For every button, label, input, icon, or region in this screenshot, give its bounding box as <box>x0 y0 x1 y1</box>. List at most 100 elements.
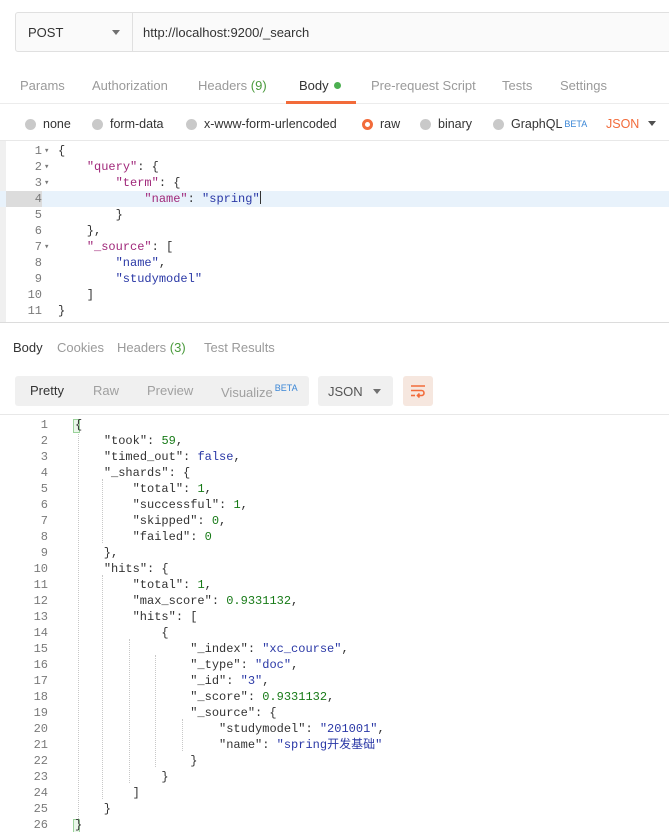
option-raw[interactable]: raw <box>362 117 400 131</box>
option-x-www-form-urlencoded[interactable]: x-www-form-urlencoded <box>186 117 337 131</box>
line-number: 26 <box>33 818 48 832</box>
option-binary[interactable]: binary <box>420 117 472 131</box>
line-number: 8 <box>40 530 48 544</box>
view-pretty-button[interactable]: Pretty <box>30 383 64 398</box>
line-number: 17 <box>33 674 48 688</box>
code-text: "hits": { <box>103 562 169 576</box>
code-line: 8 "name", <box>0 255 669 271</box>
code-line: 3 "timed_out": false, <box>0 449 669 465</box>
code-text: } <box>58 304 66 318</box>
code-line: 10 "hits": { <box>0 561 669 577</box>
radio-icon <box>92 118 103 130</box>
body-type-options: none form-data x-www-form-urlencoded raw… <box>0 112 669 136</box>
code-text: } <box>73 818 83 832</box>
line-number: 10 <box>33 562 48 576</box>
view-visualize-button[interactable]: Visualize BETA <box>221 383 298 400</box>
url-text: http://localhost:9200/_search <box>143 24 310 40</box>
code-text: "_source": [ <box>86 240 174 254</box>
fold-arrow-icon[interactable]: ▾ <box>44 239 49 255</box>
code-text: "timed_out": false, <box>103 450 241 464</box>
fold-arrow-icon[interactable]: ▾ <box>44 159 49 175</box>
view-preview-button[interactable]: Preview <box>147 383 193 398</box>
tab-body[interactable]: Body <box>299 78 341 93</box>
active-tab-indicator <box>286 101 356 104</box>
code-line: 11 "total": 1, <box>0 577 669 593</box>
code-line: 9 }, <box>0 545 669 561</box>
code-text: "_shards": { <box>103 466 191 480</box>
option-graphql[interactable]: GraphQL BETA <box>493 117 587 131</box>
tab-label: Cookies <box>57 340 104 355</box>
code-text: "name": "spring" <box>144 191 261 206</box>
view-raw-button[interactable]: Raw <box>93 383 119 398</box>
code-text: "_score": 0.9331132, <box>190 690 335 704</box>
body-format-select[interactable]: JSON <box>606 117 639 131</box>
modified-dot-icon <box>333 82 341 89</box>
method-select[interactable]: POST <box>16 13 133 51</box>
resp-tab-body[interactable]: Body <box>13 340 43 355</box>
code-line: 4 "name": "spring" <box>0 191 669 207</box>
code-line: 2 ▾ "query": { <box>0 159 669 175</box>
code-text: "_type": "doc", <box>190 658 299 672</box>
line-number: 11 <box>27 304 42 318</box>
tab-label: Pre-request Script <box>371 78 476 93</box>
code-text: { <box>75 626 169 640</box>
code-line: 6 "successful": 1, <box>0 497 669 513</box>
code-line: 16 "_type": "doc", <box>0 657 669 673</box>
line-number: 12 <box>33 594 48 608</box>
code-line: 1{ <box>0 417 669 433</box>
chevron-down-icon <box>112 29 120 35</box>
code-line: 5 "total": 1, <box>0 481 669 497</box>
code-line: 12 "max_score": 0.9331132, <box>0 593 669 609</box>
fold-arrow-icon[interactable]: ▾ <box>44 143 49 159</box>
tab-authorization[interactable]: Authorization <box>92 78 168 93</box>
radio-icon <box>186 118 197 130</box>
tab-tests[interactable]: Tests <box>502 78 532 93</box>
wrap-lines-button[interactable] <box>403 376 433 406</box>
tab-settings[interactable]: Settings <box>560 78 607 93</box>
request-body-editor[interactable]: 1 ▾{2 ▾ "query": {3 ▾ "term": {4 "name": "s… <box>0 140 669 323</box>
response-body-viewer[interactable]: 1{2 "took": 59, 3 "timed_out": false, 4 "_… <box>0 414 669 832</box>
request-tabs: Params Authorization Headers (9) Body Pr… <box>0 70 669 104</box>
code-line: 3 ▾ "term": { <box>0 175 669 191</box>
response-view-toggle: Pretty Raw Preview Visualize BETA <box>15 376 309 406</box>
option-form-data[interactable]: form-data <box>92 117 164 131</box>
resp-tab-test-results[interactable]: Test Results <box>204 340 275 355</box>
line-number: 21 <box>33 738 48 752</box>
tab-params[interactable]: Params <box>20 78 65 93</box>
tab-count: (3) <box>169 340 186 355</box>
code-text: "studymodel" <box>115 272 203 286</box>
line-number: 2 <box>40 434 48 448</box>
code-line: 20 "studymodel": "201001", <box>0 721 669 737</box>
tab-headers[interactable]: Headers (9) <box>198 78 267 93</box>
url-input[interactable]: http://localhost:9200/_search <box>133 13 669 51</box>
line-number: 23 <box>33 770 48 784</box>
option-none[interactable]: none <box>25 117 71 131</box>
radio-icon <box>25 118 36 130</box>
code-text: "_id": "3", <box>190 674 270 688</box>
resp-tab-headers[interactable]: Headers (3) <box>117 340 186 355</box>
view-label: Pretty <box>30 383 64 398</box>
option-label: x-www-form-urlencoded <box>204 117 337 131</box>
code-line: 24 ] <box>0 785 669 801</box>
code-text: "total": 1, <box>132 578 212 592</box>
view-label: Raw <box>93 383 120 398</box>
resp-tab-cookies[interactable]: Cookies <box>57 340 104 355</box>
line-number: 5 <box>40 482 48 496</box>
option-label: raw <box>380 117 401 131</box>
line-number: 6 <box>40 498 48 512</box>
line-number: 1 <box>34 144 42 158</box>
code-text: "_source": { <box>190 706 277 720</box>
chevron-down-icon <box>373 389 381 394</box>
code-line: 9 "studymodel" <box>0 271 669 287</box>
option-label: binary <box>438 117 473 131</box>
chevron-down-icon[interactable] <box>648 121 656 126</box>
line-number: 24 <box>33 786 48 800</box>
tab-label: Headers <box>117 340 167 355</box>
tab-pre-request-script[interactable]: Pre-request Script <box>371 78 476 93</box>
code-line: 6 }, <box>0 223 669 239</box>
code-text: ] <box>58 288 95 302</box>
response-format-select[interactable]: JSON <box>318 376 393 406</box>
code-text: { <box>58 144 66 158</box>
fold-arrow-icon[interactable]: ▾ <box>44 175 49 191</box>
line-number: 6 <box>34 224 42 238</box>
